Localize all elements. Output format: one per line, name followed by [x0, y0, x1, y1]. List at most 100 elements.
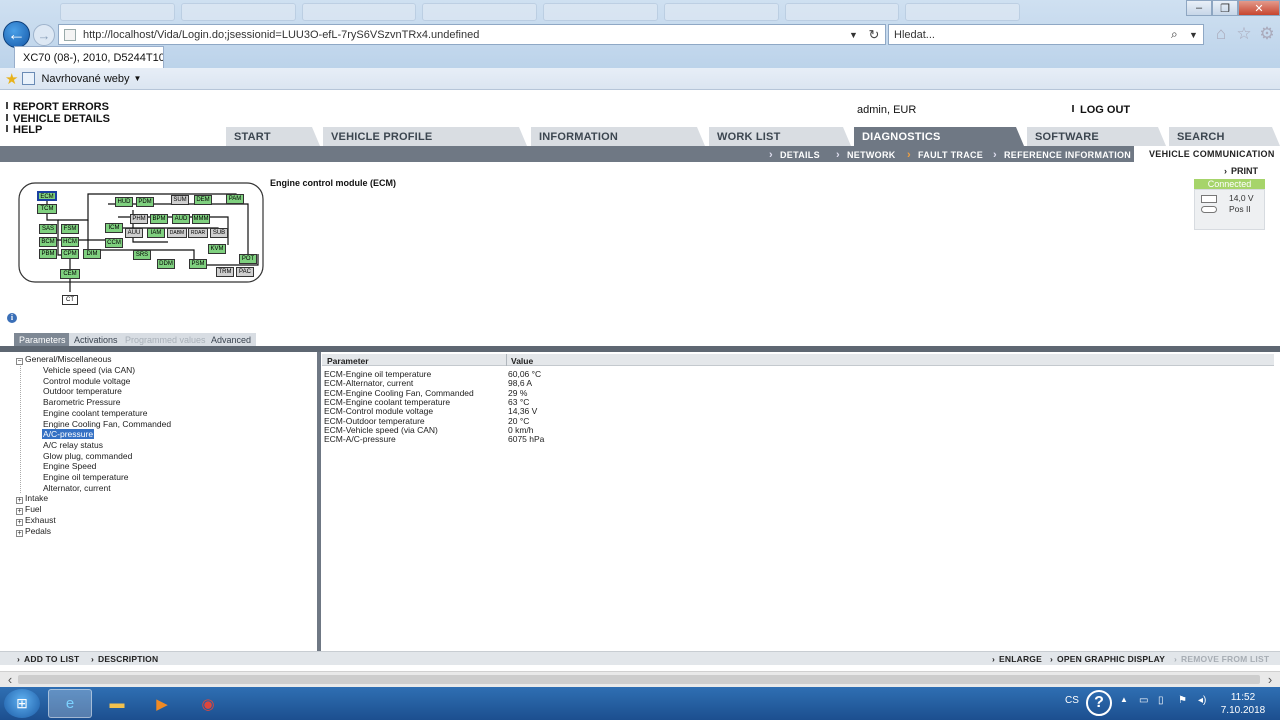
tab-diagnostics[interactable]: DIAGNOSTICS	[854, 127, 1024, 146]
column-separator[interactable]	[506, 354, 507, 366]
subnav-fault-trace[interactable]: FAULT TRACE	[907, 149, 983, 161]
module-auu[interactable]: AUU	[125, 228, 143, 238]
tree-node-exhaust[interactable]: + Exhaust	[16, 515, 56, 526]
back-button[interactable]: ←	[3, 21, 30, 48]
battery-tray-icon[interactable]: ▯	[1158, 695, 1164, 706]
tree-leaf[interactable]: Engine Cooling Fan, Commanded	[42, 419, 172, 429]
report-errors-link[interactable]: REPORT ERRORS	[6, 101, 110, 114]
open-graphic-display-button[interactable]: OPEN GRAPHIC DISPLAY	[1050, 654, 1165, 664]
module-cpm[interactable]: CPM	[61, 249, 79, 259]
horizontal-scrollbar[interactable]: ‹ ›	[0, 671, 1280, 687]
volume-icon[interactable]: ◂)	[1198, 695, 1206, 706]
info-icon[interactable]: i	[7, 313, 17, 323]
module-pdm[interactable]: PDM	[136, 197, 154, 207]
module-bcm[interactable]: BCM	[39, 237, 57, 247]
flag-icon[interactable]: ⚑	[1178, 695, 1187, 706]
module-psm[interactable]: PSM	[189, 259, 207, 269]
description-button[interactable]: DESCRIPTION	[91, 654, 158, 664]
suggested-sites-link[interactable]: Navrhované weby	[41, 73, 129, 85]
module-rdar[interactable]: RDAR	[188, 228, 208, 238]
close-window-button[interactable]: ✕	[1238, 0, 1280, 16]
collapse-icon[interactable]: −	[16, 358, 23, 365]
search-box[interactable]: Hledat... ⌕ ▼	[888, 24, 1204, 45]
module-pam[interactable]: PAM	[226, 194, 244, 204]
address-bar[interactable]: http://localhost/Vida/Login.do;jsessioni…	[58, 24, 886, 45]
module-aud[interactable]: AUD	[172, 214, 190, 224]
taskbar-chrome[interactable]: ◉	[186, 689, 230, 718]
module-tcm[interactable]: TCM	[37, 204, 57, 214]
table-row[interactable]: ECM-A/C-pressure 6075 hPa	[322, 434, 1262, 444]
tab-parameters[interactable]: Parameters	[14, 333, 71, 346]
module-cem[interactable]: CEM	[60, 269, 80, 279]
settings-gear-icon[interactable]: ⚙	[1258, 25, 1276, 43]
favorites-star-icon[interactable]: ☆	[1235, 25, 1253, 43]
module-dabm[interactable]: DABM	[167, 228, 187, 238]
scroll-left-icon[interactable]: ‹	[2, 672, 18, 687]
address-url[interactable]: http://localhost/Vida/Login.do;jsessioni…	[83, 29, 849, 41]
tab-activations[interactable]: Activations	[69, 333, 123, 346]
browser-tab-active[interactable]: XC70 (08-), 2010, D5244T10... ✕	[14, 46, 164, 68]
tree-node-intake[interactable]: + Intake	[16, 493, 48, 505]
module-hud[interactable]: HUD	[115, 197, 133, 207]
tree-node-pedals[interactable]: + Pedals	[16, 526, 51, 537]
table-row[interactable]: ECM-Engine Cooling Fan, Commanded 29 %	[322, 388, 1262, 398]
table-row[interactable]: ECM-Outdoor temperature 20 °C	[322, 416, 1262, 426]
tab-advanced[interactable]: Advanced	[206, 333, 257, 346]
table-row[interactable]: ECM-Vehicle speed (via CAN) 0 km/h	[322, 425, 1262, 435]
scroll-right-icon[interactable]: ›	[1262, 672, 1278, 687]
module-bpm[interactable]: BPM	[150, 214, 168, 224]
tab-start[interactable]: START	[226, 127, 320, 146]
module-dim[interactable]: DIM	[83, 249, 101, 259]
module-pbm[interactable]: PBM	[39, 249, 57, 259]
table-row[interactable]: ECM-Engine coolant temperature 63 °C	[322, 397, 1262, 407]
module-sas[interactable]: SAS	[39, 224, 57, 234]
module-sub[interactable]: SUB	[210, 228, 228, 238]
subnav-reference-information[interactable]: REFERENCE INFORMATION	[993, 149, 1131, 161]
search-input[interactable]: Hledat...	[894, 29, 1171, 41]
address-dropdown-icon[interactable]: ▼	[849, 30, 863, 40]
tree-leaf[interactable]: A/C relay status	[42, 440, 104, 450]
module-ccm[interactable]: CCM	[105, 238, 123, 248]
chevron-down-icon[interactable]: ▼	[134, 74, 142, 83]
home-icon[interactable]: ⌂	[1212, 25, 1230, 43]
tree-leaf-selected[interactable]: A/C-pressure	[40, 428, 96, 441]
module-hcm[interactable]: HCM	[61, 237, 79, 247]
network-icon[interactable]: ▭	[1139, 695, 1148, 706]
module-pot[interactable]: POT	[239, 254, 257, 264]
favorites-star-icon[interactable]: ★	[5, 70, 18, 88]
taskbar-file-explorer[interactable]: ▬	[95, 689, 139, 718]
expand-icon[interactable]: +	[16, 529, 23, 537]
tree-leaf[interactable]: Vehicle speed (via CAN)	[42, 365, 136, 375]
module-dem[interactable]: DEM	[194, 195, 212, 205]
module-sum[interactable]: SUM	[171, 195, 189, 205]
subnav-network[interactable]: NETWORK	[836, 149, 896, 161]
clock[interactable]: 11:52 7.10.2018	[1218, 691, 1268, 717]
forward-button[interactable]: →	[33, 24, 55, 46]
subnav-vehicle-communication[interactable]: VEHICLE COMMUNICATION	[1134, 146, 1280, 162]
module-phm[interactable]: PHM	[130, 214, 148, 224]
module-trm[interactable]: TRM	[216, 267, 234, 277]
tree-leaf[interactable]: Engine Speed	[42, 461, 97, 471]
refresh-icon[interactable]: ↻	[863, 27, 885, 43]
search-icon[interactable]: ⌕	[1171, 27, 1189, 42]
tree-leaf[interactable]: Engine coolant temperature	[42, 408, 148, 418]
enlarge-button[interactable]: ENLARGE	[992, 654, 1042, 664]
tree-node-general[interactable]: − General/Miscellaneous	[16, 354, 111, 365]
table-row[interactable]: ECM-Control module voltage 14,36 V	[322, 406, 1262, 416]
language-indicator[interactable]: CS	[1065, 695, 1079, 706]
module-mmm[interactable]: MMM	[192, 214, 210, 224]
tree-leaf[interactable]: Engine oil temperature	[42, 472, 130, 482]
logout-link[interactable]: LOG OUT	[1072, 104, 1130, 116]
taskbar-media-player[interactable]: ▶	[140, 689, 184, 718]
help-icon[interactable]: ?	[1086, 690, 1112, 716]
tab-software[interactable]: SOFTWARE	[1027, 127, 1166, 146]
module-ct[interactable]: CT	[62, 295, 78, 305]
header-value[interactable]: Value	[511, 356, 533, 366]
tree-leaf[interactable]: Alternator, current	[42, 483, 112, 493]
print-link[interactable]: PRINT	[1224, 166, 1258, 176]
module-iam[interactable]: IAM	[147, 228, 165, 238]
tab-search[interactable]: SEARCH	[1169, 127, 1280, 146]
tree-leaf[interactable]: Control module voltage	[42, 376, 131, 386]
taskbar-internet-explorer[interactable]: e	[48, 689, 92, 718]
tray-expand-icon[interactable]: ▲	[1120, 695, 1128, 704]
